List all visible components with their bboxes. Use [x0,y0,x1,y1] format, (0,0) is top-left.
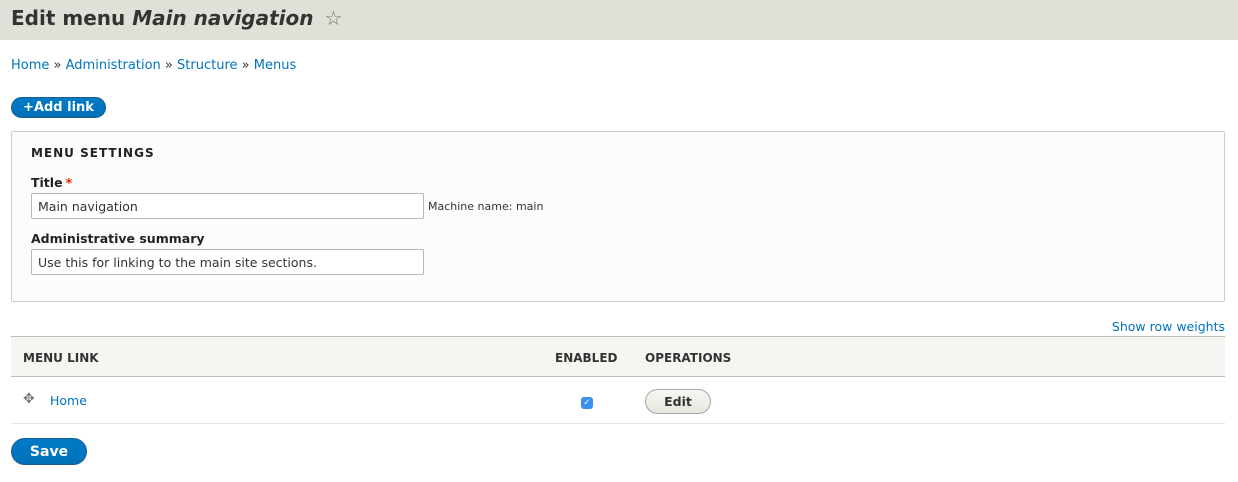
show-row-weights-link[interactable]: Show row weights [1112,319,1225,334]
header-operations: OPERATIONS [645,351,732,365]
page-header: Edit menu Main navigation ☆ [0,0,1238,40]
save-button[interactable]: Save [11,438,87,465]
menu-name: Main navigation [132,6,314,30]
title-label-text: Title [31,175,63,190]
breadcrumb-home[interactable]: Home [11,58,49,73]
menu-links-table: MENU LINK ENABLED OPERATIONS ✥ Home ✓ Ed… [11,336,1225,424]
drag-handle-icon[interactable]: ✥ [23,391,35,407]
header-menu-link: MENU LINK [23,351,99,365]
fieldset-legend: MENU SETTINGS [31,146,155,160]
breadcrumb-menus[interactable]: Menus [254,58,296,73]
menu-settings-fieldset: MENU SETTINGS Title* Machine name: main … [11,131,1225,302]
add-link-button[interactable]: +Add link [11,97,106,118]
summary-input[interactable] [31,249,424,275]
table-row: ✥ Home ✓ Edit [11,377,1225,424]
header-enabled: ENABLED [555,351,618,365]
required-marker: * [65,175,73,190]
machine-name: Machine name: main [428,200,544,213]
breadcrumb-administration[interactable]: Administration [66,58,161,73]
title-input[interactable] [31,193,424,219]
page-title: Edit menu [11,6,126,30]
table-header: MENU LINK ENABLED OPERATIONS [11,336,1225,377]
menu-link-home[interactable]: Home [50,393,87,408]
star-icon[interactable]: ☆ [324,6,342,30]
breadcrumb-separator: » [241,58,250,73]
breadcrumb: Home » Administration » Structure » Menu… [11,58,296,73]
summary-label: Administrative summary [31,231,205,246]
edit-button[interactable]: Edit [645,389,711,414]
breadcrumb-separator: » [53,58,62,73]
breadcrumb-separator: » [164,58,173,73]
title-label: Title * [31,175,72,190]
enabled-checkbox[interactable]: ✓ [581,397,593,409]
breadcrumb-structure[interactable]: Structure [177,58,237,73]
